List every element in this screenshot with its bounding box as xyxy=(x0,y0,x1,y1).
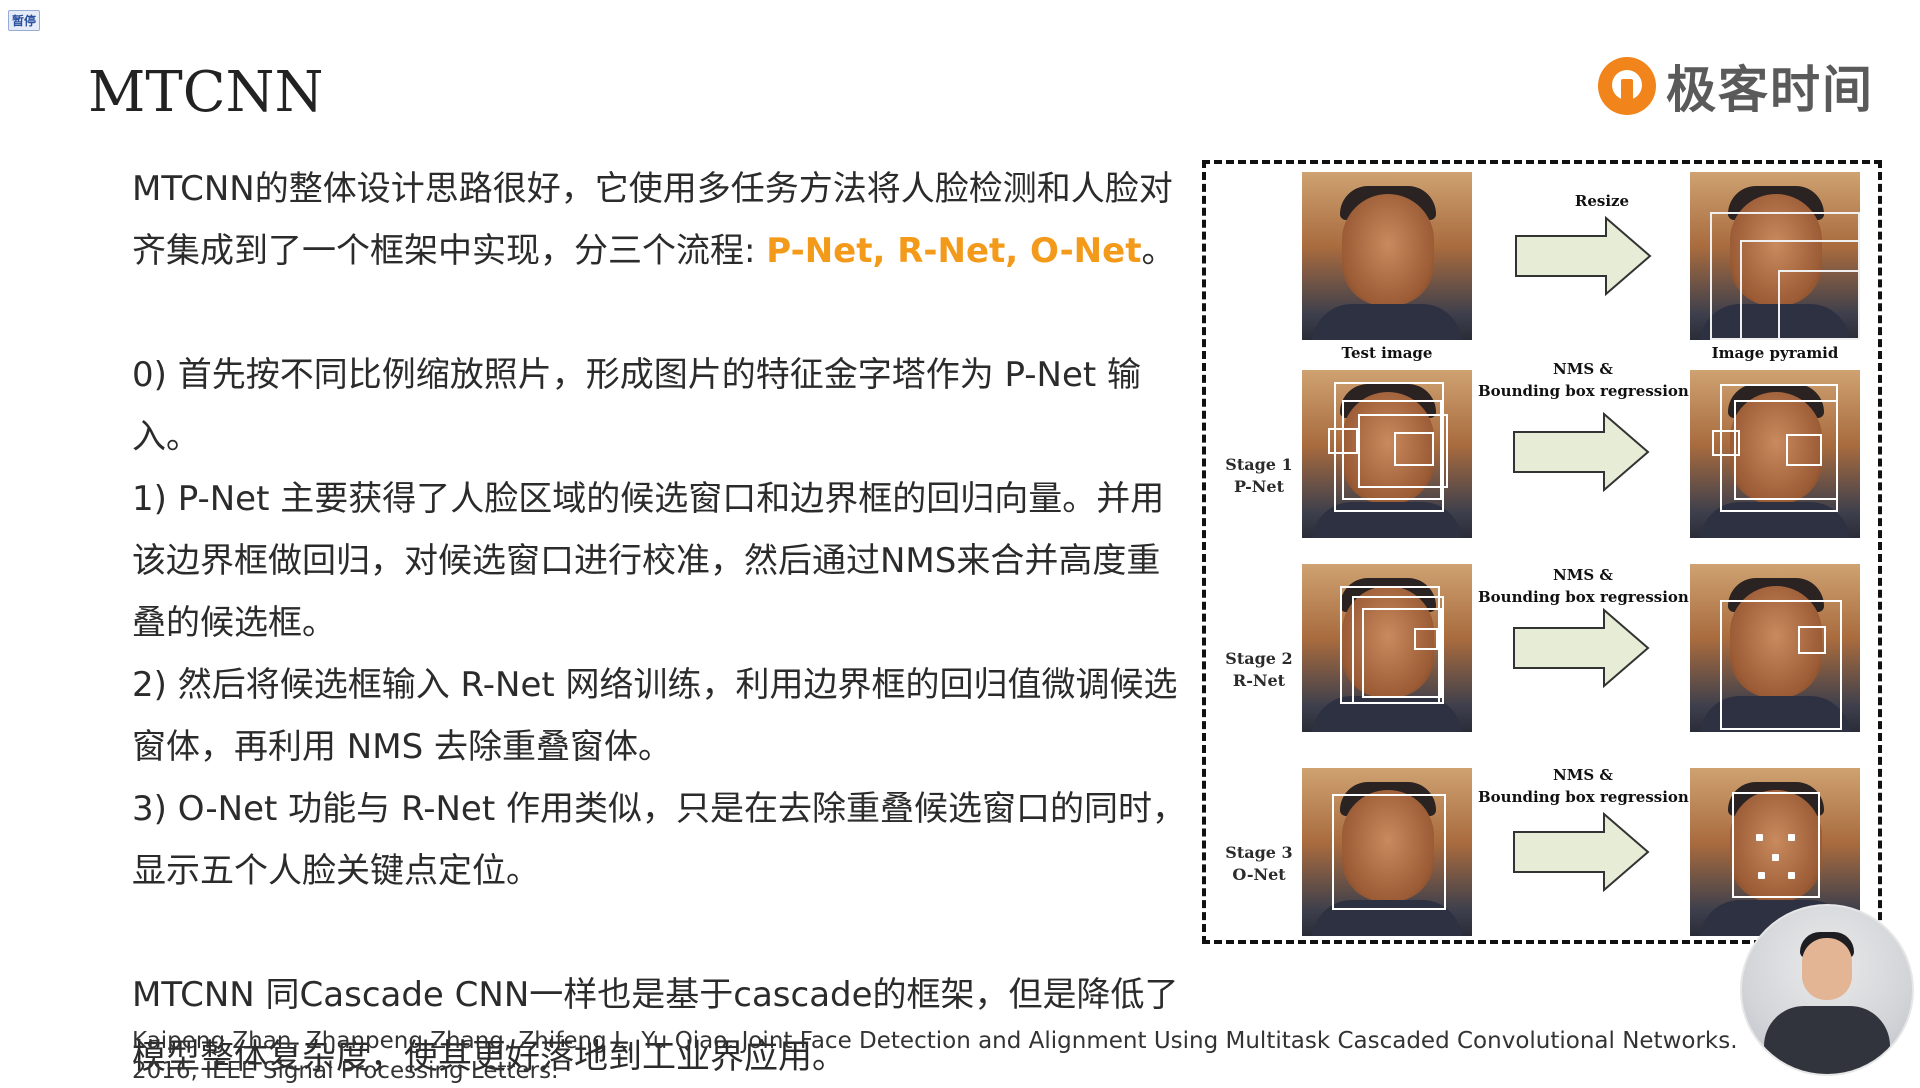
stage3-title: Stage 3 xyxy=(1225,843,1293,862)
slide-body: MTCNN的整体设计思路很好，它使用多任务方法将人脸检测和人脸对齐集成到了一个框… xyxy=(132,158,1192,1088)
step-2: 2) 然后将候选框输入 R-Net 网络训练，利用边界框的回归值微调候选窗体，再… xyxy=(132,665,1178,767)
stage3-nms-label-1: NMS & xyxy=(1553,766,1613,784)
test-image xyxy=(1302,172,1472,340)
resize-label: Resize xyxy=(1574,192,1630,210)
stage3-nms-label-2: Bounding box regression xyxy=(1478,788,1689,806)
stage3-net: O-Net xyxy=(1232,865,1286,884)
stage1-net: P-Net xyxy=(1234,477,1284,496)
geektime-logo-icon xyxy=(1598,57,1656,115)
stage2-nms-label-1: NMS & xyxy=(1553,566,1613,584)
stage1-input xyxy=(1302,370,1472,538)
stage2-title: Stage 2 xyxy=(1225,649,1293,668)
stage2-nms-label-2: Bounding box regression xyxy=(1478,588,1689,606)
stage1-arrow xyxy=(1513,412,1650,492)
presenter-webcam xyxy=(1740,904,1914,1076)
network-names-highlight: P-Net, R-Net, O-Net xyxy=(766,231,1142,271)
stage1-nms-label-1: NMS & xyxy=(1553,360,1613,378)
stage2-output xyxy=(1690,564,1860,732)
stage1-title: Stage 1 xyxy=(1225,455,1293,474)
stage3-input xyxy=(1302,768,1472,936)
step-1: 1) P-Net 主要获得了人脸区域的候选窗口和边界框的回归向量。并用该边界框做… xyxy=(132,479,1165,643)
stage2-arrow xyxy=(1513,608,1650,688)
stage3-arrow xyxy=(1513,812,1650,892)
logo-text: 极客时间 xyxy=(1666,61,1874,119)
stage2-input xyxy=(1302,564,1472,732)
stage3-label: Stage 3 O-Net xyxy=(1224,842,1294,886)
resize-arrow xyxy=(1515,216,1652,296)
stage1-label: Stage 1 P-Net xyxy=(1224,454,1294,498)
stage2-net: R-Net xyxy=(1232,671,1286,690)
pause-badge[interactable]: 暂停 xyxy=(8,10,41,31)
pyramid-label: Image pyramid xyxy=(1711,344,1839,362)
stage2-label: Stage 2 R-Net xyxy=(1224,648,1294,692)
intro-paragraph: MTCNN的整体设计思路很好，它使用多任务方法将人脸检测和人脸对齐集成到了一个框… xyxy=(132,158,1192,282)
step-0: 0) 首先按不同比例缩放照片，形成图片的特征金字塔作为 P-Net 输入。 xyxy=(132,355,1142,457)
citation: Kaipeng Zhan, Zhanpeng Zhang, Zhifeng L,… xyxy=(132,1028,1738,1084)
slide-title: MTCNN xyxy=(88,60,324,125)
step-3: 3) O-Net 功能与 R-Net 作用类似，只是在去除重叠候选窗口的同时，显… xyxy=(132,789,1186,891)
mtcnn-pipeline-figure: Test image Resize Image pyramid Stage 1 … xyxy=(1202,160,1882,944)
test-image-label: Test image xyxy=(1341,344,1433,362)
image-pyramid xyxy=(1690,172,1860,340)
stage1-output xyxy=(1690,370,1860,538)
geektime-logo: 极客时间 xyxy=(1598,50,1874,122)
intro-end: 。 xyxy=(1141,231,1176,271)
stage1-nms-label-2: Bounding box regression xyxy=(1478,382,1689,400)
